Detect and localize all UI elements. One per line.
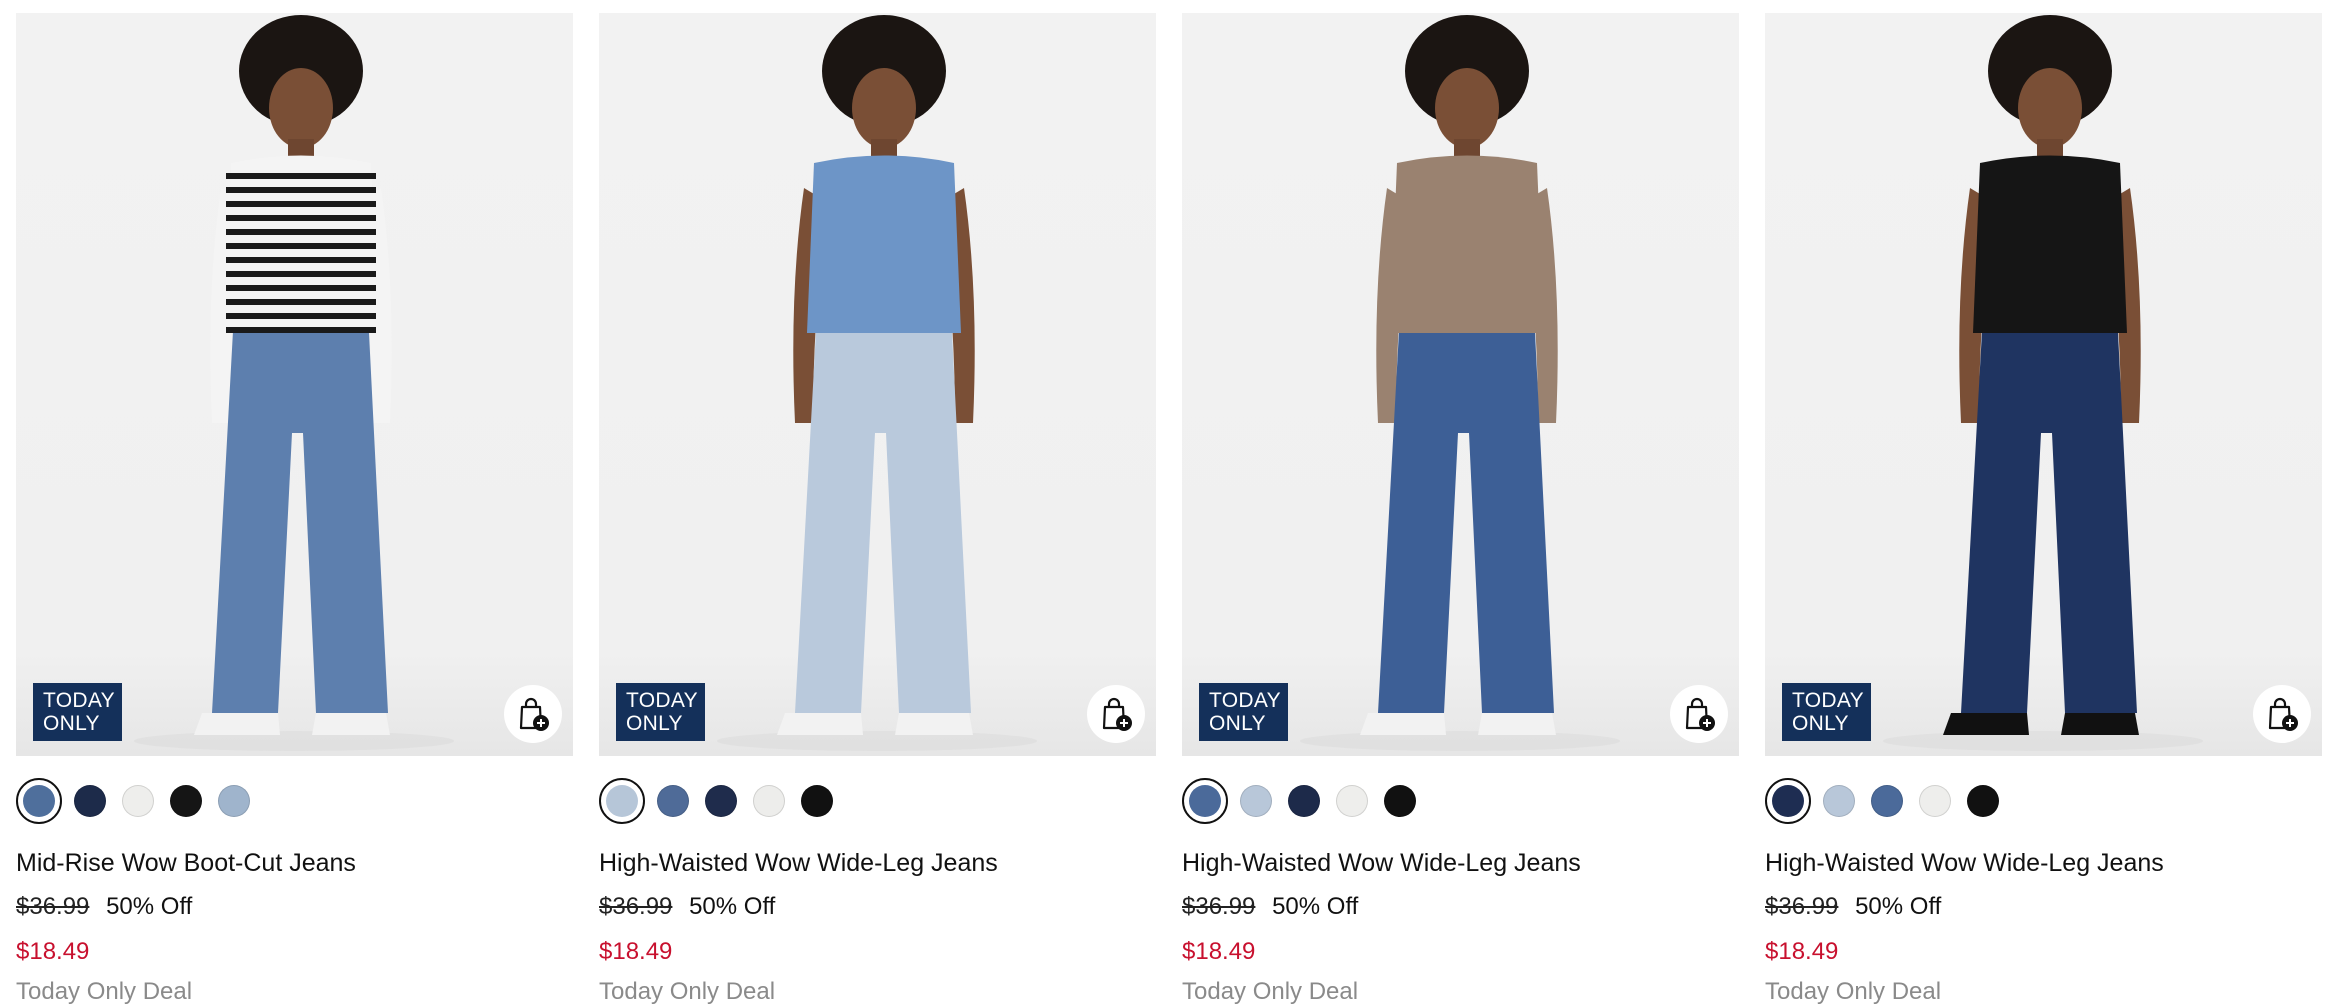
price-row: $36.99 50% Off (599, 893, 775, 921)
today-only-badge: TODAY ONLY (1199, 683, 1288, 741)
color-swatch[interactable] (801, 785, 833, 817)
product-image[interactable]: TODAY ONLY (599, 13, 1156, 756)
deal-label: Today Only Deal (16, 978, 193, 1005)
shirt-stripe (226, 201, 376, 207)
shirt-stripe (226, 313, 376, 319)
badge-line-2: ONLY (626, 712, 683, 735)
color-swatch[interactable] (753, 785, 785, 817)
product-name[interactable]: Mid-Rise Wow Boot-Cut Jeans (16, 849, 356, 878)
model-photo (134, 15, 454, 751)
price-row: $36.99 50% Off (16, 893, 192, 921)
product-grid: TODAY ONLY Mid-Rise Wow Boot-Cut Jeans $… (16, 13, 2322, 1005)
shirt-stripe (226, 173, 376, 179)
deal-label: Today Only Deal (1182, 978, 1359, 1005)
badge-line-2: ONLY (1209, 712, 1266, 735)
color-swatches (1182, 777, 1432, 825)
shirt-stripe (226, 229, 376, 235)
sale-price: $18.49 (599, 938, 673, 965)
color-swatch[interactable] (1182, 778, 1228, 824)
add-to-bag-button[interactable] (1670, 685, 1728, 743)
color-swatch[interactable] (1765, 778, 1811, 824)
color-swatch[interactable] (16, 778, 62, 824)
add-to-bag-button[interactable] (504, 685, 562, 743)
color-swatch[interactable] (1336, 785, 1368, 817)
color-swatches (599, 777, 849, 825)
add-to-bag-button[interactable] (1087, 685, 1145, 743)
original-price: $36.99 (599, 893, 673, 920)
product-image[interactable]: TODAY ONLY (1182, 13, 1739, 756)
badge-line-2: ONLY (43, 712, 100, 735)
shopping-bag-plus-icon (1102, 697, 1132, 731)
color-swatch[interactable] (1823, 785, 1855, 817)
product-card: TODAY ONLY High-Waisted Wow Wide-Leg Jea… (1765, 13, 2322, 1005)
deal-label: Today Only Deal (599, 978, 776, 1005)
price-row: $36.99 50% Off (1182, 893, 1358, 921)
today-only-badge: TODAY ONLY (1782, 683, 1871, 741)
add-to-bag-button[interactable] (2253, 685, 2311, 743)
badge-line-1: TODAY (43, 689, 115, 712)
shirt-stripe (226, 215, 376, 221)
deal-label: Today Only Deal (1765, 978, 1942, 1005)
color-swatch[interactable] (1919, 785, 1951, 817)
original-price: $36.99 (16, 893, 90, 920)
shirt-stripe (226, 327, 376, 333)
product-card: TODAY ONLY High-Waisted Wow Wide-Leg Jea… (599, 13, 1156, 1005)
color-swatch[interactable] (599, 778, 645, 824)
badge-line-1: TODAY (626, 689, 698, 712)
product-card: TODAY ONLY High-Waisted Wow Wide-Leg Jea… (1182, 13, 1739, 1005)
today-only-badge: TODAY ONLY (616, 683, 705, 741)
model-photo (1300, 15, 1620, 751)
color-swatches (16, 777, 266, 825)
sale-price: $18.49 (16, 938, 90, 965)
shirt-stripe (226, 299, 376, 305)
shirt-stripe (226, 187, 376, 193)
color-swatch[interactable] (1240, 785, 1272, 817)
color-swatch[interactable] (218, 785, 250, 817)
product-image[interactable]: TODAY ONLY (1765, 13, 2322, 756)
badge-line-2: ONLY (1792, 712, 1849, 735)
product-image[interactable]: TODAY ONLY (16, 13, 573, 756)
color-swatch[interactable] (705, 785, 737, 817)
shopping-bag-plus-icon (519, 697, 549, 731)
discount-label: 50% Off (1272, 893, 1359, 920)
color-swatch[interactable] (74, 785, 106, 817)
shopping-bag-plus-icon (1685, 697, 1715, 731)
shirt-stripe (226, 285, 376, 291)
discount-label: 50% Off (689, 893, 776, 920)
product-name[interactable]: High-Waisted Wow Wide-Leg Jeans (1765, 849, 2164, 878)
today-only-badge: TODAY ONLY (33, 683, 122, 741)
badge-line-1: TODAY (1792, 689, 1864, 712)
shirt-stripe (226, 243, 376, 249)
model-photo (717, 15, 1037, 751)
price-row: $36.99 50% Off (1765, 893, 1941, 921)
shirt-stripe (226, 257, 376, 263)
color-swatches (1765, 777, 2015, 825)
discount-label: 50% Off (1855, 893, 1942, 920)
color-swatch[interactable] (657, 785, 689, 817)
model-photo (1883, 15, 2203, 751)
color-swatch[interactable] (122, 785, 154, 817)
sale-price: $18.49 (1765, 938, 1839, 965)
sale-price: $18.49 (1182, 938, 1256, 965)
shopping-bag-plus-icon (2268, 697, 2298, 731)
color-swatch[interactable] (1871, 785, 1903, 817)
color-swatch[interactable] (170, 785, 202, 817)
color-swatch[interactable] (1288, 785, 1320, 817)
shirt-stripe (226, 271, 376, 277)
product-card: TODAY ONLY Mid-Rise Wow Boot-Cut Jeans $… (16, 13, 573, 1005)
product-name[interactable]: High-Waisted Wow Wide-Leg Jeans (1182, 849, 1581, 878)
original-price: $36.99 (1765, 893, 1839, 920)
badge-line-1: TODAY (1209, 689, 1281, 712)
color-swatch[interactable] (1967, 785, 1999, 817)
original-price: $36.99 (1182, 893, 1256, 920)
product-name[interactable]: High-Waisted Wow Wide-Leg Jeans (599, 849, 998, 878)
color-swatch[interactable] (1384, 785, 1416, 817)
discount-label: 50% Off (106, 893, 193, 920)
